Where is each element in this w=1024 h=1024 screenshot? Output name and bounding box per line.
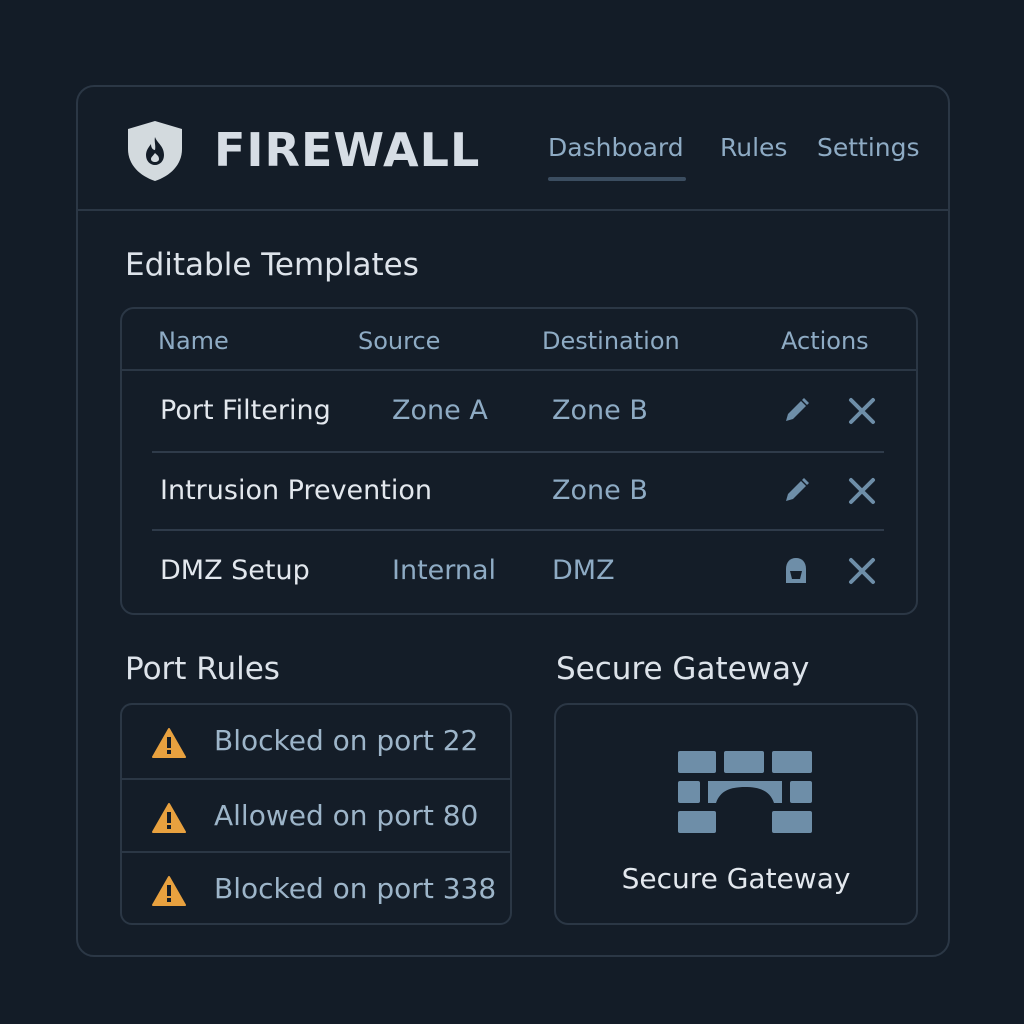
list-item[interactable]: Allowed on port 80: [122, 778, 510, 851]
rule-text: Blocked on port 22: [214, 724, 479, 757]
pencil-icon[interactable]: [780, 475, 812, 507]
warning-icon: [152, 803, 186, 833]
templates-title: Editable Templates: [125, 247, 419, 283]
row-source: Zone A: [392, 395, 488, 426]
rule-text: Allowed on port 80: [214, 799, 479, 832]
column-header-actions: Actions: [781, 327, 869, 355]
list-item[interactable]: Blocked on port 338: [122, 851, 510, 923]
row-name: Intrusion Prevention: [160, 475, 433, 506]
warning-icon: [152, 876, 186, 906]
row-destination: Zone B: [552, 395, 648, 426]
shield-flame-icon: [128, 121, 182, 181]
port-rules-title: Port Rules: [125, 651, 280, 687]
gateway-label: Secure Gateway: [621, 862, 851, 895]
templates-table: Name Source Destination Actions Port Fil…: [120, 307, 918, 615]
tab-rules[interactable]: Rules: [720, 131, 787, 165]
tab-settings[interactable]: Settings: [817, 131, 920, 165]
list-item[interactable]: Blocked on port 22: [122, 705, 510, 778]
tab-dashboard[interactable]: Dashboard: [548, 131, 686, 181]
row-destination: DMZ: [552, 555, 615, 586]
row-name: DMZ Setup: [160, 555, 310, 586]
close-icon[interactable]: [846, 555, 878, 587]
rule-text: Blocked on port 338: [214, 872, 497, 905]
table-row[interactable]: Intrusion Prevention Zone B: [122, 453, 916, 533]
secure-gateway-title: Secure Gateway: [556, 651, 810, 687]
row-source: Internal: [392, 555, 497, 586]
row-name: Port Filtering: [160, 395, 331, 426]
close-icon[interactable]: [846, 395, 878, 427]
row-destination: Zone B: [552, 475, 648, 506]
app-title: FIREWALL: [214, 123, 481, 177]
warning-icon: [152, 728, 186, 758]
brick-wall-icon: [678, 751, 812, 833]
column-header-name: Name: [158, 327, 229, 355]
column-header-source: Source: [358, 327, 441, 355]
bucket-icon[interactable]: [780, 555, 812, 587]
secure-gateway-card[interactable]: Secure Gateway: [554, 703, 918, 925]
pencil-icon[interactable]: [780, 395, 812, 427]
app-header: FIREWALL Dashboard Rules Settings: [78, 87, 948, 211]
column-header-destination: Destination: [542, 327, 680, 355]
firewall-window: FIREWALL Dashboard Rules Settings Editab…: [76, 85, 950, 957]
table-row[interactable]: Port Filtering Zone A Zone B: [122, 371, 916, 451]
port-rules-list: Blocked on port 22 Allowed on port 80 Bl…: [120, 703, 512, 925]
table-row[interactable]: DMZ Setup Internal DMZ: [122, 531, 916, 611]
close-icon[interactable]: [846, 475, 878, 507]
